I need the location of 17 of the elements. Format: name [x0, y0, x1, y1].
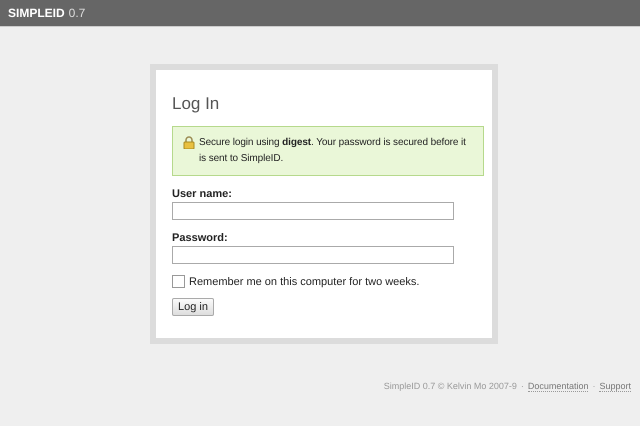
field-label: User name:	[172, 188, 233, 200]
app-version: 0.7	[68, 6, 86, 20]
separator-dot: ·	[592, 381, 596, 392]
checkbox[interactable]	[172, 275, 185, 288]
page-title: Log In	[172, 94, 220, 114]
footer-link[interactable]: Support	[599, 381, 631, 392]
field-label: Password:	[172, 232, 229, 244]
login-button[interactable]: Log in	[172, 298, 214, 316]
padlock-icon	[183, 136, 195, 149]
separator-dot: ·	[520, 381, 524, 392]
input-field[interactable]	[172, 246, 454, 264]
notice-text: Secure login using digest. Your password is secured before it is sent to SimpleID.	[199, 136, 467, 166]
app-name: SIMPLEID	[8, 6, 65, 20]
checkbox-label: Remember me on this computer for two weeks.	[189, 276, 420, 288]
input-field[interactable]	[172, 202, 454, 220]
copyright-text: SimpleID 0.7 © Kelvin Mo 2007-9	[384, 381, 517, 392]
footer-link[interactable]: Documentation	[528, 381, 588, 392]
